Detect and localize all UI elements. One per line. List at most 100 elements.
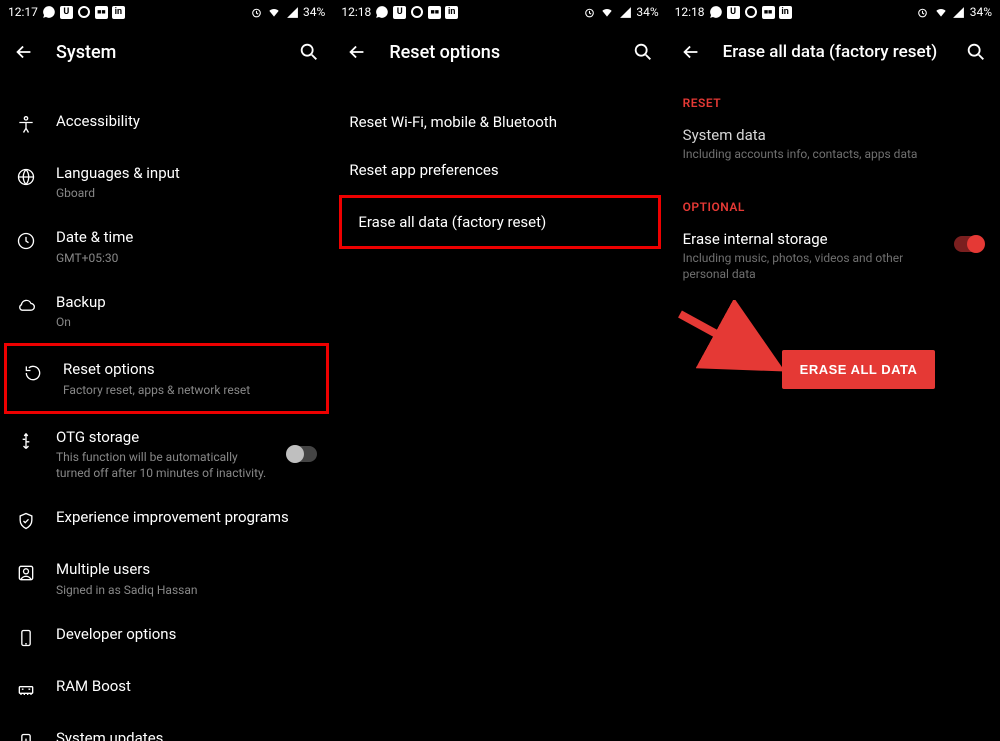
back-icon[interactable]	[345, 40, 369, 64]
item-erase-internal-storage[interactable]: Erase internal storage Including music, …	[667, 222, 1000, 296]
annotation-arrow	[672, 300, 782, 380]
item-system-data[interactable]: System data Including accounts info, con…	[667, 118, 1000, 176]
item-subtitle: Signed in as Sadiq Hassan	[56, 582, 317, 598]
item-erase-all-data[interactable]: Erase all data (factory reset)	[339, 195, 660, 249]
whatsapp-icon	[42, 5, 56, 19]
item-label: System data	[683, 126, 984, 144]
item-experience[interactable]: Experience improvement programs	[0, 494, 333, 546]
section-header-reset: RESET	[667, 80, 1000, 118]
alarm-icon	[249, 5, 263, 19]
item-subtitle: Including music, photos, videos and othe…	[683, 250, 944, 282]
cloud-icon	[14, 294, 38, 318]
item-label: Experience improvement programs	[56, 507, 317, 527]
signal-icon	[952, 5, 966, 19]
search-icon[interactable]	[964, 40, 988, 64]
whatsapp-icon	[375, 5, 389, 19]
item-label: Date & time	[56, 227, 317, 247]
user-icon	[14, 561, 38, 585]
erase-all-data-button[interactable]: ERASE ALL DATA	[782, 350, 936, 389]
linkedin-icon: in	[779, 6, 792, 19]
page-title: Erase all data (factory reset)	[723, 42, 944, 62]
circle-icon	[744, 5, 758, 19]
item-datetime[interactable]: Date & time GMT+05:30	[0, 214, 333, 278]
item-system-updates[interactable]: System updates	[0, 715, 333, 741]
battery-text: 34%	[636, 5, 658, 19]
wifi-icon	[600, 5, 614, 19]
item-label: Reset app preferences	[349, 160, 650, 180]
signal-icon	[285, 5, 299, 19]
usb-icon	[14, 429, 38, 453]
status-bar: 12:18 U ■■ in 34%	[333, 0, 666, 24]
panel-reset-options: 12:18 U ■■ in 34% Reset options Reset Wi…	[333, 0, 666, 741]
linkedin-icon: in	[112, 6, 125, 19]
item-multiple-users[interactable]: Multiple users Signed in as Sadiq Hassan	[0, 546, 333, 610]
item-reset-apps[interactable]: Reset app preferences	[333, 146, 666, 194]
back-icon[interactable]	[12, 40, 36, 64]
item-ram-boost[interactable]: RAM Boost	[0, 663, 333, 715]
item-label: System updates	[56, 728, 317, 741]
panel-system: 12:17 U ■■ in 34% System Accessibility	[0, 0, 333, 741]
circle-icon	[77, 5, 91, 19]
item-label: Erase all data (factory reset)	[358, 212, 641, 232]
battery-text: 34%	[303, 5, 325, 19]
app-icon-u: U	[727, 6, 740, 19]
app-bar: System	[0, 24, 333, 80]
status-time: 12:18	[675, 5, 705, 19]
item-label: OTG storage	[56, 427, 269, 447]
item-label: Backup	[56, 292, 317, 312]
back-icon[interactable]	[679, 40, 703, 64]
item-subtitle: On	[56, 314, 317, 330]
panel-erase-all-data: 12:18 U ■■ in 34% Erase all data (factor…	[667, 0, 1000, 741]
app-bar: Erase all data (factory reset)	[667, 24, 1000, 80]
item-label: Erase internal storage	[683, 230, 944, 248]
page-title: Reset options	[389, 42, 610, 63]
item-subtitle: GMT+05:30	[56, 250, 317, 266]
app-icon-box: ■■	[762, 6, 775, 19]
item-subtitle: This function will be automatically turn…	[56, 449, 269, 481]
erase-storage-toggle[interactable]	[954, 236, 984, 252]
battery-text: 34%	[970, 5, 992, 19]
item-label: Accessibility	[56, 111, 317, 131]
otg-toggle[interactable]	[287, 446, 317, 462]
status-time: 12:18	[341, 5, 371, 19]
developer-icon	[14, 626, 38, 650]
item-subtitle: Factory reset, apps & network reset	[63, 382, 310, 398]
shield-check-icon	[14, 509, 38, 533]
item-developer-options[interactable]: Developer options	[0, 611, 333, 663]
item-label: Languages & input	[56, 163, 317, 183]
search-icon[interactable]	[631, 40, 655, 64]
item-backup[interactable]: Backup On	[0, 279, 333, 343]
linkedin-icon: in	[445, 6, 458, 19]
wifi-icon	[934, 5, 948, 19]
section-header-optional: OPTIONAL	[667, 176, 1000, 222]
accessibility-icon	[14, 113, 38, 137]
item-reset-wifi[interactable]: Reset Wi-Fi, mobile & Bluetooth	[333, 98, 666, 146]
whatsapp-icon	[709, 5, 723, 19]
search-icon[interactable]	[297, 40, 321, 64]
alarm-icon	[582, 5, 596, 19]
app-bar: Reset options	[333, 24, 666, 80]
item-label: Reset options	[63, 359, 310, 379]
item-label: RAM Boost	[56, 676, 317, 696]
status-bar: 12:18 U ■■ in 34%	[667, 0, 1000, 24]
clock-icon	[14, 229, 38, 253]
status-bar: 12:17 U ■■ in 34%	[0, 0, 333, 24]
app-icon-u: U	[393, 6, 406, 19]
circle-icon	[410, 5, 424, 19]
app-icon-box: ■■	[95, 6, 108, 19]
page-title: System	[56, 42, 277, 63]
item-label: Reset Wi-Fi, mobile & Bluetooth	[349, 112, 650, 132]
status-time: 12:17	[8, 5, 38, 19]
reset-icon	[21, 361, 45, 385]
item-reset-options[interactable]: Reset options Factory reset, apps & netw…	[4, 343, 329, 413]
item-otg-storage[interactable]: OTG storage This function will be automa…	[0, 414, 333, 495]
wifi-icon	[267, 5, 281, 19]
item-languages[interactable]: Languages & input Gboard	[0, 150, 333, 214]
item-accessibility[interactable]: Accessibility	[0, 98, 333, 150]
item-label: Multiple users	[56, 559, 317, 579]
ram-icon	[14, 678, 38, 702]
app-icon-box: ■■	[428, 6, 441, 19]
app-icon-u: U	[60, 6, 73, 19]
item-subtitle: Gboard	[56, 185, 317, 201]
alarm-icon	[916, 5, 930, 19]
